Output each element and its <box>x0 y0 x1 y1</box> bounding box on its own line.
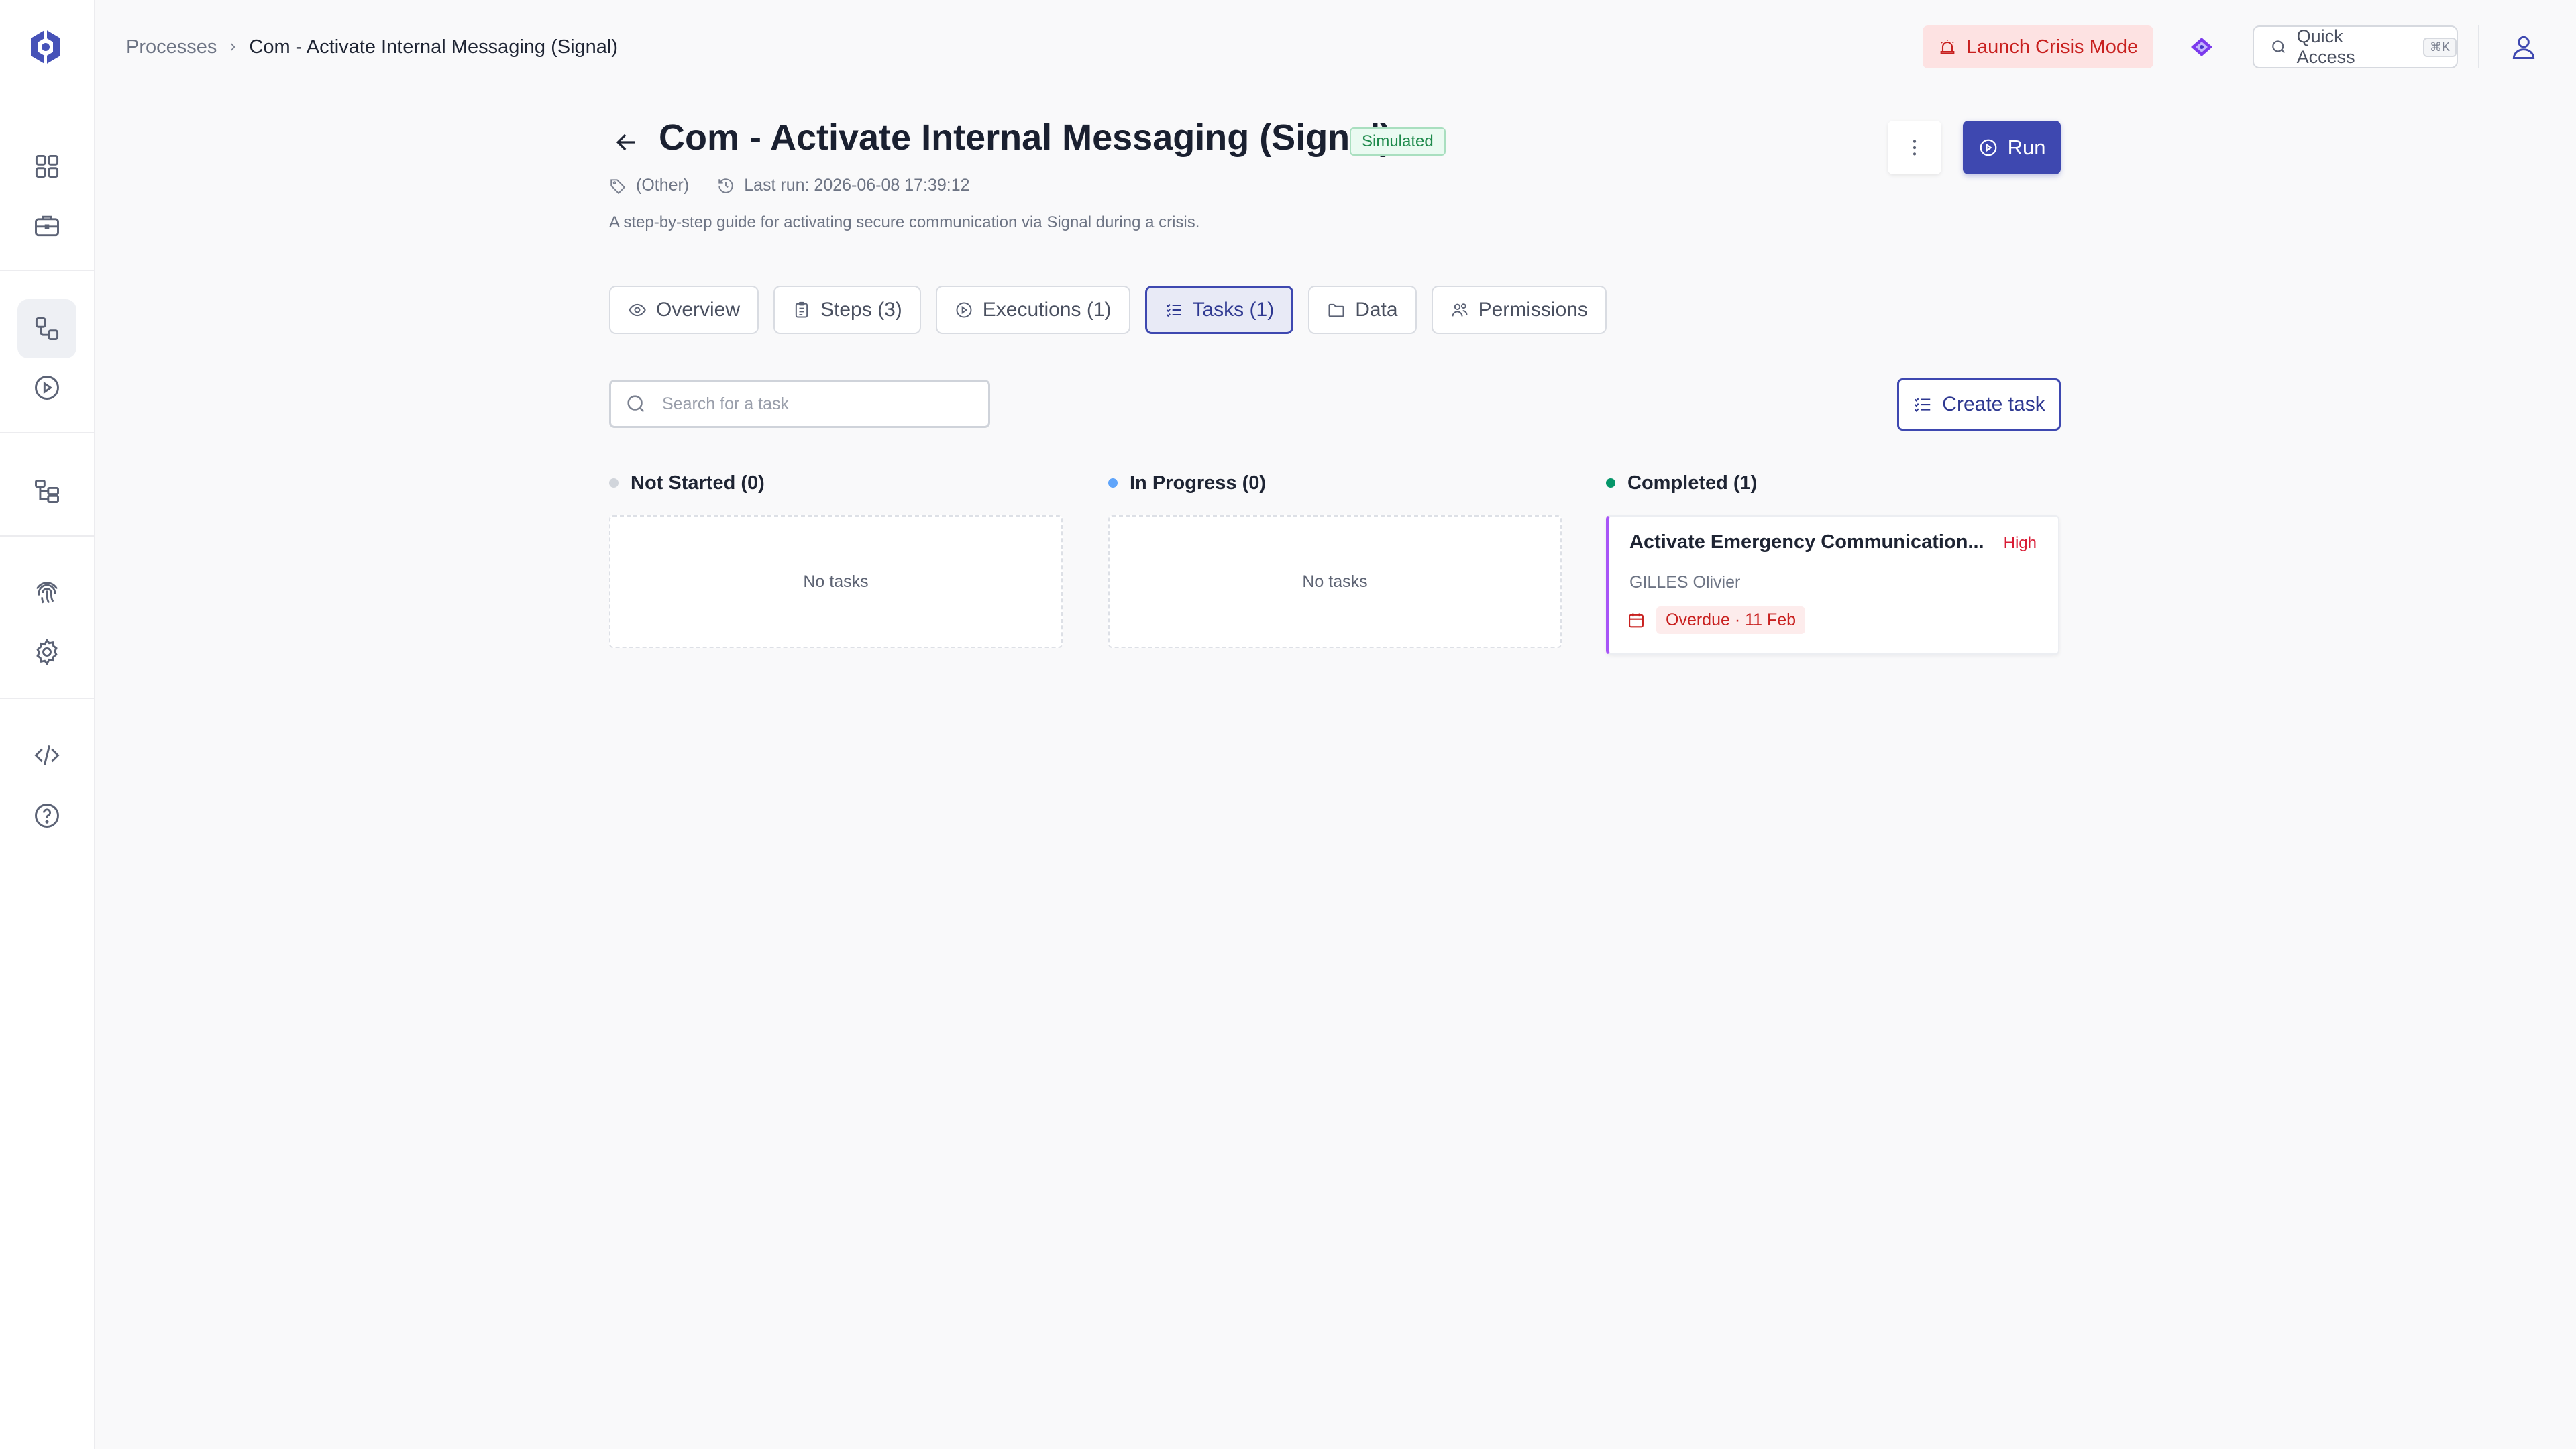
sidebar-item-structure[interactable] <box>17 462 76 521</box>
topbar-divider <box>2478 25 2479 68</box>
run-label: Run <box>2007 136 2046 159</box>
breadcrumb-current: Com - Activate Internal Messaging (Signa… <box>249 36 619 58</box>
task-title: Activate Emergency Communication... <box>1629 531 1984 553</box>
tag-icon <box>610 178 626 194</box>
sidebar-item-briefcase[interactable] <box>17 196 76 255</box>
briefcase-icon <box>35 215 59 237</box>
sidebar-divider <box>0 535 94 537</box>
run-button[interactable]: Run <box>1963 121 2061 174</box>
launch-crisis-mode-label: Launch Crisis Mode <box>1966 36 2139 58</box>
priority-label: High <box>2003 534 2037 552</box>
overdue-badge: Overdue · 11 Feb <box>1656 606 1806 634</box>
tab-label: Overview <box>656 299 741 321</box>
column-not-started: Not Started (0) No tasks <box>609 470 1063 648</box>
calendar-icon <box>1629 613 1644 627</box>
task-assignee: GILLES Olivier <box>1629 573 1741 592</box>
column-title: Not Started (0) <box>631 472 765 494</box>
breadcrumb-processes-link[interactable]: Processes <box>126 36 217 58</box>
sidebar-divider <box>0 270 94 271</box>
code-icon <box>34 745 60 766</box>
tab-label: Executions (1) <box>982 299 1112 321</box>
tab-executions[interactable]: Executions (1) <box>935 286 1130 334</box>
folder-icon <box>1328 303 1344 317</box>
more-options-button[interactable] <box>1888 121 1941 174</box>
column-completed: Completed (1) Activate Emergency Communi… <box>1606 470 2059 655</box>
task-card[interactable]: Activate Emergency Communication... High… <box>1606 515 2059 655</box>
workflow-icon <box>35 317 59 341</box>
help-circle-icon <box>35 804 59 828</box>
column-title: In Progress (0) <box>1130 472 1267 494</box>
sidebar-item-settings[interactable] <box>17 623 76 682</box>
empty-column-placeholder: No tasks <box>609 515 1063 648</box>
task-due-date: Overdue · 11 Feb <box>1627 606 1806 634</box>
status-dot <box>1108 478 1118 488</box>
process-meta: (Other) Last run: 2026-06-08 17:39:12 <box>609 176 970 195</box>
tab-permissions[interactable]: Permissions <box>1431 286 1607 334</box>
fingerprint-icon <box>36 582 58 604</box>
grid-icon <box>35 154 59 178</box>
search-icon <box>2272 40 2286 54</box>
back-arrow-icon[interactable] <box>612 127 641 157</box>
last-run: Last run: 2026-06-08 17:39:12 <box>744 176 970 195</box>
list-checks-icon <box>1166 304 1181 317</box>
gear-icon <box>36 638 58 666</box>
quick-access-search[interactable]: Quick Access ⌘K <box>2253 25 2458 68</box>
launch-crisis-mode-button[interactable]: Launch Crisis Mode <box>1923 25 2153 68</box>
task-search <box>609 380 990 428</box>
empty-column-placeholder: No tasks <box>1108 515 1562 648</box>
column-in-progress: In Progress (0) No tasks <box>1108 470 1562 648</box>
more-vertical-icon <box>1913 140 1917 156</box>
siren-icon <box>1940 40 1955 54</box>
create-task-button[interactable]: Create task <box>1897 378 2061 431</box>
tab-overview[interactable]: Overview <box>609 286 759 334</box>
app-logo[interactable] <box>28 28 63 66</box>
sidebar-item-executions[interactable] <box>17 358 76 417</box>
play-circle-icon <box>1980 139 1996 156</box>
tab-label: Tasks (1) <box>1192 299 1275 321</box>
tab-label: Steps (3) <box>820 299 902 321</box>
tab-label: Data <box>1355 299 1398 321</box>
eye-icon <box>629 303 646 317</box>
tab-steps[interactable]: Steps (3) <box>773 286 921 334</box>
sidebar-item-identity[interactable] <box>17 564 76 623</box>
status-dot <box>1606 478 1615 488</box>
status-badge: Simulated <box>1350 127 1446 156</box>
user-profile-icon[interactable] <box>2509 32 2538 62</box>
task-search-input[interactable] <box>662 394 988 414</box>
page-title: Com - Activate Internal Messaging (Signa… <box>659 117 1393 158</box>
ai-assistant-icon[interactable] <box>2188 34 2215 60</box>
tab-data[interactable]: Data <box>1308 286 1417 334</box>
clipboard-icon <box>795 301 808 318</box>
sidebar-item-help[interactable] <box>17 786 76 845</box>
tab-label: Permissions <box>1478 299 1588 321</box>
play-circle-icon <box>956 302 972 318</box>
column-header: Completed (1) <box>1606 470 2059 496</box>
sidebar-item-developer[interactable] <box>17 726 76 785</box>
sidebar-item-dashboard[interactable] <box>17 137 76 196</box>
process-category: (Other) <box>636 176 690 195</box>
keyboard-shortcut-badge: ⌘K <box>2422 37 2457 57</box>
list-checks-icon <box>1915 398 1931 412</box>
quick-access-label: Quick Access <box>2296 26 2355 67</box>
sidebar <box>0 0 95 1449</box>
breadcrumb: Processes Com - Activate Internal Messag… <box>126 34 618 60</box>
sidebar-divider <box>0 698 94 699</box>
create-task-label: Create task <box>1942 393 2045 415</box>
status-dot <box>609 478 619 488</box>
sidebar-divider <box>0 432 94 433</box>
play-circle-icon <box>35 376 59 400</box>
column-header: Not Started (0) <box>609 470 1063 496</box>
sidebar-item-processes[interactable] <box>17 299 76 358</box>
column-header: In Progress (0) <box>1108 470 1562 496</box>
tab-tasks[interactable]: Tasks (1) <box>1144 286 1294 334</box>
history-icon <box>718 178 733 193</box>
process-description: A step-by-step guide for activating secu… <box>609 213 1200 231</box>
chevron-right-icon <box>231 43 236 51</box>
tab-bar: Overview Steps (3) Executions (1) Tasks … <box>609 286 1607 334</box>
users-icon <box>1452 303 1468 317</box>
folder-tree-icon <box>35 479 59 503</box>
column-title: Completed (1) <box>1627 472 1758 494</box>
search-icon <box>627 395 645 413</box>
